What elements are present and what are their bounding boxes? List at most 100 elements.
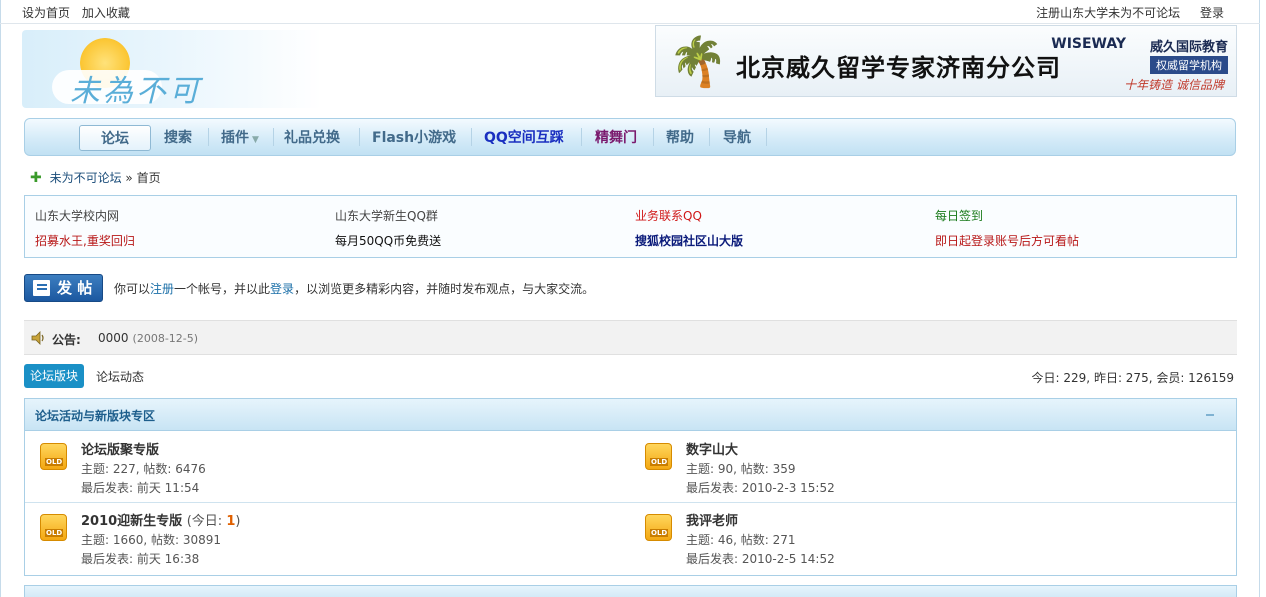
chevron-down-icon: ▼ <box>252 135 259 145</box>
banner-brand: 威久国际教育 <box>1149 40 1228 55</box>
nav-item-navigation[interactable]: 导航 <box>723 125 751 151</box>
breadcrumb-forum[interactable]: 未为不可论坛 <box>50 171 122 185</box>
nav-separator <box>273 128 274 146</box>
main-nav: 论坛 搜索 插件 ▼ 礼品兑换 Flash小游戏 QQ空间互踩 精舞门 帮助 导航 <box>24 118 1236 156</box>
breadcrumb-home[interactable]: 首页 <box>137 171 161 185</box>
breadcrumb-separator: » <box>125 171 133 185</box>
link-free-qq-coins[interactable]: 每月50QQ币免费送 <box>335 232 441 249</box>
tab-forum-activity[interactable]: 论坛动态 <box>96 368 144 385</box>
forum-icon-label: OLD <box>650 458 669 466</box>
forum-icon-label: OLD <box>650 529 669 537</box>
banner-ad[interactable]: 🌴 北京威久留学专家济南分公司 WISEWAY 威久国际教育 权威留学机构 十年… <box>655 25 1237 97</box>
forum-stats: 今日: 229, 昨日: 275, 会员: 126159 <box>1031 371 1234 385</box>
today-number: 1 <box>226 514 236 529</box>
forum-name[interactable]: 我评老师 <box>686 510 738 529</box>
announcement-content[interactable]: 0000 (2008-12-5) <box>98 331 198 345</box>
add-favorite-link[interactable]: 加入收藏 <box>82 6 130 20</box>
new-post-button[interactable]: 发 帖 <box>24 274 103 302</box>
banner-tagline: 权威留学机构 <box>1150 56 1228 74</box>
today-suffix: ) <box>235 514 241 529</box>
forum-name[interactable]: 数字山大 <box>686 439 738 458</box>
forum-last-post[interactable]: 最后发表: 2010-2-3 15:52 <box>686 479 835 496</box>
forum-stats: 主题: 90, 帖数: 359 <box>686 462 796 476</box>
forum-old-icon: OLD <box>645 443 672 470</box>
forum-today-count: (今日: 1) <box>187 514 241 529</box>
nav-item-search[interactable]: 搜索 <box>164 125 192 151</box>
link-campus-net[interactable]: 山东大学校内网 <box>35 207 119 224</box>
today-prefix: (今日: <box>186 514 227 529</box>
nav-item-help[interactable]: 帮助 <box>666 125 694 151</box>
link-daily-checkin[interactable]: 每日签到 <box>935 207 983 224</box>
site-logo[interactable]: 未為不可 <box>22 30 322 110</box>
banner-brand-mark: WISEWAY <box>1051 36 1126 52</box>
board-title[interactable]: 论坛活动与新版块专区 <box>35 407 155 424</box>
link-login-required[interactable]: 即日起登录账号后方可看帖 <box>935 232 1079 249</box>
nav-separator <box>208 128 209 146</box>
nav-separator <box>471 128 472 146</box>
register-tip: 你可以注册一个帐号，并以此登录，以浏览更多精彩内容，并随时发布观点，与大家交流。 <box>114 280 814 297</box>
announcement-text: 0000 <box>98 331 129 345</box>
forum-last-post[interactable]: 最后发表: 前天 11:54 <box>81 479 199 496</box>
forum-icon-label: OLD <box>45 529 64 537</box>
breadcrumb: ✚ 未为不可论坛 » 首页 <box>30 169 161 186</box>
link-recruit[interactable]: 招募水王,重奖回归 <box>35 232 135 249</box>
edit-icon <box>33 280 50 296</box>
nav-separator <box>709 128 710 146</box>
announcement-label: 公告: <box>52 333 81 347</box>
link-qq-group[interactable]: 山东大学新生QQ群 <box>335 207 438 224</box>
tip-login-link[interactable]: 登录 <box>270 282 294 296</box>
forum-old-icon: OLD <box>40 514 67 541</box>
set-homepage-link[interactable]: 设为首页 <box>22 6 70 20</box>
tip-text: 你可以 <box>114 282 151 296</box>
nav-separator <box>359 128 360 146</box>
nav-item-qq-space[interactable]: QQ空间互踩 <box>484 125 564 151</box>
board-header: 论坛活动与新版块专区 <box>25 399 1236 431</box>
tip-register-link[interactable]: 注册 <box>150 282 174 296</box>
forum-stats: 主题: 46, 帖数: 271 <box>686 533 796 547</box>
forum-name: 2010迎新生专版 (今日: 1) <box>81 510 240 529</box>
register-link[interactable]: 注册山东大学未为不可论坛 <box>1036 6 1180 20</box>
logo-text: 未為不可 <box>70 74 202 109</box>
nav-item-plugins[interactable]: 插件 ▼ <box>221 125 259 151</box>
tab-forum-boards[interactable]: 论坛版块 <box>24 364 84 388</box>
board-section: 论坛活动与新版块专区 OLD 论坛版聚专版 主题: 227, 帖数: 6476 … <box>24 398 1237 576</box>
banner-slogan: 十年铸造 诚信品牌 <box>1124 78 1224 92</box>
nav-item-forum[interactable]: 论坛 <box>79 125 151 151</box>
nav-item-flash-games[interactable]: Flash小游戏 <box>372 125 456 151</box>
login-link[interactable]: 登录 <box>1200 6 1224 20</box>
row-divider <box>25 502 1236 503</box>
nav-separator <box>581 128 582 146</box>
forum-item: OLD 数字山大 主题: 90, 帖数: 359 最后发表: 2010-2-3 … <box>645 439 1205 505</box>
link-business-qq[interactable]: 业务联系QQ <box>635 207 702 224</box>
speaker-icon <box>31 331 44 345</box>
tip-text: ，以浏览更多精彩内容，并随时发布观点，与大家交流。 <box>294 282 595 296</box>
palm-tree-icon: 🌴 <box>668 34 728 90</box>
forum-stats: 主题: 227, 帖数: 6476 <box>81 462 206 476</box>
banner-title: 北京威久留学专家济南分公司 <box>736 54 1061 82</box>
nav-separator <box>766 128 767 146</box>
nav-separator <box>653 128 654 146</box>
nav-item-jingwu[interactable]: 精舞门 <box>595 125 637 151</box>
new-post-label: 发 帖 <box>57 279 93 297</box>
forum-last-post[interactable]: 最后发表: 前天 16:38 <box>81 550 199 567</box>
nav-item-plugins-label: 插件 <box>221 130 249 146</box>
forum-old-icon: OLD <box>645 514 672 541</box>
forum-stats: 主题: 1660, 帖数: 30891 <box>81 533 222 547</box>
forum-name[interactable]: 论坛版聚专版 <box>81 439 159 458</box>
collapse-icon[interactable] <box>1206 414 1214 416</box>
forum-old-icon: OLD <box>40 443 67 470</box>
nav-item-gifts[interactable]: 礼品兑换 <box>284 125 340 151</box>
quick-links: 山东大学校内网 山东大学新生QQ群 业务联系QQ 每日签到 招募水王,重奖回归 … <box>24 195 1237 258</box>
announcement-bar: 公告: 0000 (2008-12-5) <box>24 320 1237 355</box>
forum-name-link[interactable]: 2010迎新生专版 <box>81 514 182 529</box>
announcement-date: (2008-12-5) <box>132 332 199 345</box>
forum-item: OLD 我评老师 主题: 46, 帖数: 271 最后发表: 2010-2-5 … <box>645 510 1205 576</box>
forum-last-post[interactable]: 最后发表: 2010-2-5 14:52 <box>686 550 835 567</box>
top-bar: 设为首页 加入收藏 注册山东大学未为不可论坛 登录 <box>0 0 1260 24</box>
next-board-header <box>24 585 1237 597</box>
forum-item: OLD 2010迎新生专版 (今日: 1) 主题: 1660, 帖数: 3089… <box>40 510 600 576</box>
tip-text: 一个帐号，并以此 <box>174 282 271 296</box>
link-sohu-campus[interactable]: 搜狐校园社区山大版 <box>635 232 743 249</box>
add-icon[interactable]: ✚ <box>30 170 42 186</box>
forum-icon-label: OLD <box>45 458 64 466</box>
